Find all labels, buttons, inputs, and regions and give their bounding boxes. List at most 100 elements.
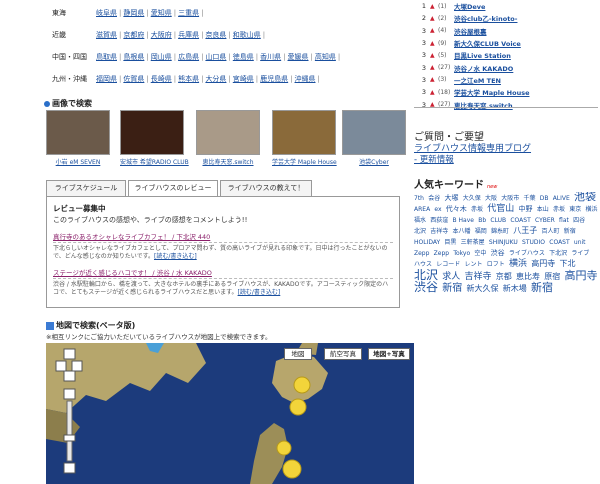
keyword-link[interactable]: 高円寺 xyxy=(531,259,555,268)
keyword-link[interactable]: 福水 xyxy=(414,217,426,224)
photo-item[interactable]: 池袋Cyber xyxy=(342,110,406,166)
prefecture-link[interactable]: 岐阜県 xyxy=(96,9,117,17)
keyword-link[interactable]: Zepp xyxy=(434,250,449,257)
read-write-link[interactable]: [読む/書き込む] xyxy=(238,289,281,296)
keyword-link[interactable]: 百人町 xyxy=(541,228,559,235)
map-type-satellite-button[interactable]: 航空写真 xyxy=(324,348,362,360)
keyword-link[interactable]: ライブハウス xyxy=(509,250,545,257)
keyword-link[interactable]: 空中 xyxy=(474,250,486,257)
map-type-hybrid-button[interactable]: 地図+写真 xyxy=(368,348,410,360)
venue-photo[interactable] xyxy=(196,110,260,155)
prefecture-link[interactable]: 宮崎県 xyxy=(233,75,254,83)
prefecture-link[interactable]: 沖縄県 xyxy=(295,75,316,83)
keyword-link[interactable]: 東京 xyxy=(569,206,581,213)
photo-item[interactable]: 小岩 eM SEVEN xyxy=(46,110,110,166)
prefecture-link[interactable]: 三重県 xyxy=(178,9,199,17)
keyword-link[interactable]: 代官山 xyxy=(487,204,514,214)
keyword-link[interactable]: 赤坂 xyxy=(471,206,483,213)
prefecture-link[interactable]: 大阪府 xyxy=(151,31,172,39)
keyword-link[interactable]: COAST xyxy=(510,217,530,224)
keyword-link[interactable]: 横浜 xyxy=(509,259,527,269)
keyword-link[interactable]: 恵比寿 xyxy=(516,272,540,281)
prefecture-link[interactable]: 長崎県 xyxy=(151,75,172,83)
keyword-link[interactable]: 大塚 xyxy=(444,194,458,202)
prefecture-link[interactable]: 愛媛県 xyxy=(288,53,309,61)
keyword-link[interactable]: 池袋 xyxy=(574,192,596,203)
keyword-link[interactable]: ALIVE xyxy=(553,195,570,202)
prefecture-link[interactable]: 広島県 xyxy=(178,53,199,61)
keyword-link[interactable]: ライブ xyxy=(571,250,589,257)
prefecture-link[interactable]: 鹿児島県 xyxy=(260,75,288,83)
venue-link[interactable]: 新大久保CLUB Voice xyxy=(454,38,521,48)
keyword-link[interactable]: Tokyo xyxy=(453,250,470,257)
prefecture-link[interactable]: 岡山県 xyxy=(151,53,172,61)
keyword-link[interactable]: 福岡 xyxy=(475,228,487,235)
review-title[interactable]: ステージが近く感じるハコです！ / 渋谷 / 水 KAKADO xyxy=(53,267,393,279)
prefecture-link[interactable]: 兵庫県 xyxy=(178,31,199,39)
keyword-link[interactable]: STUDIO xyxy=(522,239,545,246)
keyword-link[interactable]: AREA xyxy=(414,206,430,213)
photo-item[interactable]: 恵比寿天窓.switch xyxy=(196,110,260,166)
prefecture-link[interactable]: 徳島県 xyxy=(233,53,254,61)
keyword-link[interactable]: 大阪 xyxy=(485,195,497,202)
venue-photo[interactable] xyxy=(120,110,184,155)
keyword-link[interactable]: 新宿 xyxy=(442,283,462,294)
keyword-link[interactable]: COAST xyxy=(549,239,569,246)
keyword-link[interactable]: SHINJUKU xyxy=(489,239,518,246)
keyword-link[interactable]: flat xyxy=(559,217,569,224)
tab-livehouse-review[interactable]: ライブハウスのレビュー xyxy=(128,180,218,197)
prefecture-link[interactable]: 山口県 xyxy=(205,53,226,61)
photo-item[interactable]: 安城市 希望RADIO CLUB xyxy=(120,110,189,166)
keyword-link[interactable]: 千葉 xyxy=(523,195,535,202)
keyword-link[interactable]: 大久保 xyxy=(463,195,481,202)
keyword-link[interactable]: レント xyxy=(465,261,483,268)
keyword-link[interactable]: 横浜 xyxy=(586,206,598,213)
prefecture-link[interactable]: 大分県 xyxy=(205,75,226,83)
keyword-link[interactable]: 原宿 xyxy=(544,272,560,281)
prefecture-link[interactable]: 京都府 xyxy=(123,31,144,39)
photo-caption[interactable]: 小岩 eM SEVEN xyxy=(46,157,110,166)
venue-link[interactable]: 学芸大学 Maple House xyxy=(454,87,529,97)
prefecture-link[interactable]: 愛知県 xyxy=(151,9,172,17)
map-type-map-button[interactable]: 地図 xyxy=(284,348,312,360)
keyword-link[interactable]: 新木場 xyxy=(503,284,527,293)
tab-livehouse-questions[interactable]: ライブハウスの教えて！ xyxy=(220,180,312,196)
keyword-link[interactable]: 下北沢 xyxy=(549,250,567,257)
review-title[interactable]: 真行寺のあるオシャレなライブカフェ！ / 下北沢 440 xyxy=(53,231,393,243)
photo-caption[interactable]: 恵比寿天窓.switch xyxy=(196,157,260,166)
prefecture-link[interactable]: 福岡県 xyxy=(96,75,117,83)
keyword-link[interactable]: 渋谷 xyxy=(491,249,505,257)
keyword-link[interactable]: DB xyxy=(540,195,549,202)
keyword-link[interactable]: 求人 xyxy=(442,272,460,282)
venue-link[interactable]: 渋谷ノ水 KAKADO xyxy=(454,63,513,73)
venue-photo[interactable] xyxy=(46,110,110,155)
keyword-link[interactable]: 7th xyxy=(414,195,424,202)
venue-link[interactable]: 大塚Deve xyxy=(454,1,485,11)
update-info-link[interactable]: - 更新情報 xyxy=(414,153,454,165)
keyword-link[interactable]: 京都 xyxy=(496,272,512,281)
venue-link[interactable]: 渋谷屋根裏 xyxy=(454,26,487,36)
keyword-link[interactable]: レコード xyxy=(436,261,460,268)
keyword-link[interactable]: 赤坂 xyxy=(553,206,565,213)
keyword-link[interactable]: 吉祥寺 xyxy=(465,272,492,282)
photo-item[interactable]: 学芸大学 Maple House xyxy=(272,110,337,166)
keyword-link[interactable]: 下北 xyxy=(559,259,575,268)
prefecture-link[interactable]: 熊本県 xyxy=(178,75,199,83)
photo-caption[interactable]: 学芸大学 Maple House xyxy=(272,157,337,166)
prefecture-link[interactable]: 奈良県 xyxy=(205,31,226,39)
keyword-link[interactable]: Zepp xyxy=(414,250,429,257)
prefecture-link[interactable]: 高知県 xyxy=(315,53,336,61)
venue-link[interactable]: 目黒Live Station xyxy=(454,50,511,60)
map-view[interactable]: 地図 航空写真 地図+写真 xyxy=(46,343,414,484)
read-write-link[interactable]: [読む/書き込む] xyxy=(154,253,197,260)
keyword-link[interactable]: 目黒 xyxy=(444,239,456,246)
prefecture-link[interactable]: 和歌山県 xyxy=(233,31,261,39)
keyword-link[interactable]: 高円寺 xyxy=(564,269,597,282)
keyword-link[interactable]: ロフト xyxy=(487,261,505,268)
venue-link[interactable]: 一之江eM TEN xyxy=(454,75,501,85)
keyword-link[interactable]: 四谷 xyxy=(573,217,585,224)
keyword-link[interactable]: 新宿 xyxy=(564,228,576,235)
photo-caption[interactable]: 池袋Cyber xyxy=(342,157,406,166)
venue-link[interactable]: 渋谷club乙-kinoto- xyxy=(454,13,517,23)
keyword-link[interactable]: 錦糸町 xyxy=(491,228,509,235)
